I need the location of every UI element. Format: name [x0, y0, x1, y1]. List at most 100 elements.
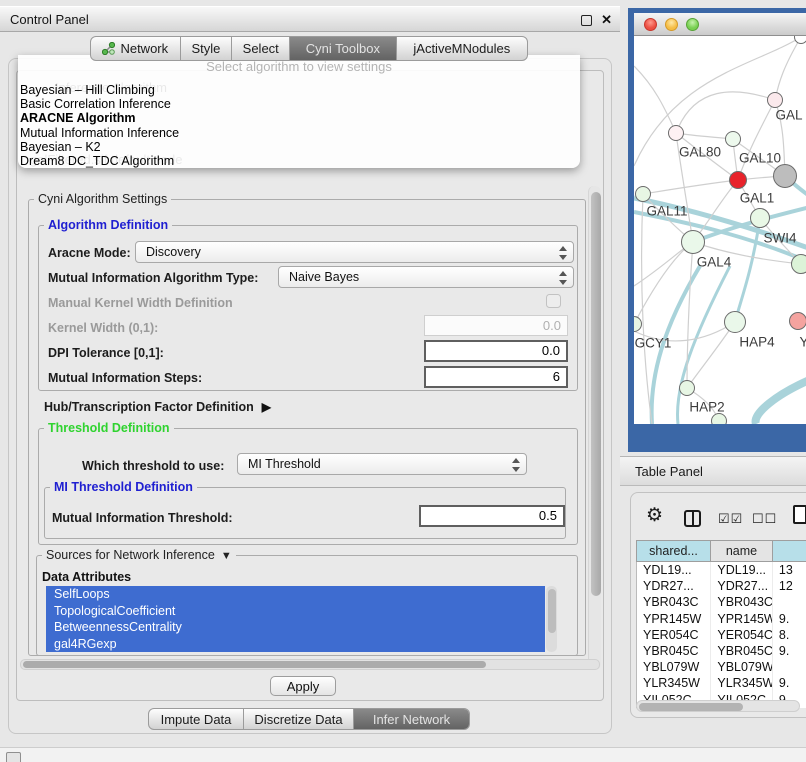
tab-cyni-toolbox-label: Cyni Toolbox [306, 41, 380, 56]
column-header-third[interactable]: A [773, 540, 806, 562]
attributes-scrollbar[interactable] [546, 586, 557, 652]
network-node-gal[interactable] [767, 92, 783, 108]
column-header-name[interactable]: name [711, 540, 773, 562]
network-node-gal80[interactable] [668, 125, 684, 141]
table-cell[interactable]: YPR145W [637, 611, 711, 627]
network-window-titlebar[interactable] [634, 13, 806, 36]
attribute-item-selected[interactable]: BetweennessCentrality [46, 619, 545, 636]
tab-impute-data[interactable]: Impute Data [149, 709, 244, 729]
table-row[interactable]: YBR045CYBR045C9. [637, 643, 806, 659]
table-row[interactable]: YDR27...YDR27...12 [637, 578, 806, 594]
table-cell[interactable]: YER054C [637, 627, 711, 643]
which-threshold-select[interactable]: MI Threshold [237, 453, 527, 475]
network-node[interactable] [773, 164, 797, 188]
columns-icon[interactable] [684, 510, 701, 527]
tab-network[interactable]: Network [91, 37, 181, 60]
table-row[interactable]: YBR043CYBR043C [637, 594, 806, 610]
table-cell[interactable]: 12 [773, 578, 806, 594]
attribute-item-selected[interactable]: gal4RGexp [46, 636, 545, 653]
corner-button[interactable] [6, 752, 21, 762]
network-node[interactable] [791, 254, 806, 274]
tab-cyni-toolbox[interactable]: Cyni Toolbox [290, 37, 397, 60]
table-row[interactable]: YER054CYER054C8. [637, 627, 806, 643]
table-cell[interactable]: YLR345W [637, 675, 711, 691]
table-cell[interactable]: YLR345W [711, 675, 773, 691]
minimize-traffic-light[interactable] [665, 18, 678, 31]
table-cell[interactable]: 9. [773, 643, 806, 659]
hub-definition-toggle[interactable]: Hub/Transcription Factor Definition▶ [44, 400, 271, 414]
manual-kernel-checkbox[interactable] [546, 294, 561, 308]
attribute-item-selected[interactable]: SelfLoops [46, 586, 545, 603]
dropdown-item-highlighted[interactable]: ARACNE Algorithm [20, 111, 578, 125]
settings-horizontal-scrollbar[interactable] [20, 659, 600, 670]
zoom-traffic-light[interactable] [686, 18, 699, 31]
apply-button[interactable]: Apply [270, 676, 336, 696]
gear-icon[interactable]: ⚙ [646, 506, 663, 525]
document-icon[interactable] [793, 505, 806, 524]
table-cell[interactable]: YBL079W [637, 659, 711, 675]
table-row[interactable]: YBL079WYBL079W [637, 659, 806, 675]
select-all-checks-icon[interactable]: ☑☑ [718, 511, 743, 527]
table-cell[interactable]: YBR045C [711, 643, 773, 659]
table-cell[interactable]: 9. [773, 611, 806, 627]
table-cell[interactable]: YBR043C [637, 594, 711, 610]
dropdown-item[interactable]: Mutual Information Inference [20, 126, 578, 140]
tab-select[interactable]: Select [232, 37, 290, 60]
table-row[interactable]: YDL19...YDL19...13 [637, 562, 806, 578]
tab-jactivemnodules[interactable]: jActiveMNodules [397, 37, 527, 60]
dropdown-item[interactable]: Bayesian – Hill Climbing [20, 83, 578, 97]
table-cell[interactable]: YER054C [711, 627, 773, 643]
dpi-tolerance-field[interactable]: 0.0 [424, 340, 568, 362]
table-horizontal-scrollbar[interactable] [636, 700, 800, 712]
table-cell[interactable]: YBR043C [711, 594, 773, 610]
table-cell[interactable]: YDR27... [711, 578, 773, 594]
network-node-swi4[interactable] [750, 208, 770, 228]
dropdown-item[interactable]: Bayesian – K2 [20, 140, 578, 154]
dropdown-item[interactable]: Dream8 DC_TDC Algorithm [20, 154, 578, 168]
network-node-hap2[interactable] [679, 380, 695, 396]
network-node-y[interactable] [789, 312, 806, 330]
table-cell[interactable]: YDR27... [637, 578, 711, 594]
table-row[interactable]: YLR345WYLR345W9. [637, 675, 806, 691]
mi-steps-field[interactable]: 6 [424, 366, 568, 388]
table-cell[interactable]: YPR145W [711, 611, 773, 627]
network-node[interactable] [711, 413, 727, 424]
tab-discretize-data[interactable]: Discretize Data [244, 709, 354, 729]
deselect-all-checks-icon[interactable]: ☐☐ [752, 511, 777, 527]
table-cell[interactable]: YBR045C [637, 643, 711, 659]
network-canvas[interactable]: GALGAL80GAL10GAL1GAL11SWI4GAL4GCY1HAP4YH… [634, 36, 806, 424]
table-horizontal-scrollbar-thumb[interactable] [639, 703, 743, 711]
network-node-gal11[interactable] [635, 186, 651, 202]
attributes-scrollbar-thumb[interactable] [548, 589, 556, 633]
mi-type-select[interactable]: Naive Bayes [278, 266, 574, 288]
table-cell[interactable] [773, 659, 806, 675]
table-cell[interactable]: YBL079W [711, 659, 773, 675]
settings-horizontal-scrollbar-thumb[interactable] [23, 661, 486, 668]
network-node-gal1[interactable] [729, 171, 747, 189]
column-header-shared-name[interactable]: shared... [636, 540, 711, 562]
network-node-hap4[interactable] [724, 311, 746, 333]
close-icon[interactable]: ✕ [601, 12, 612, 28]
mi-threshold-field[interactable]: 0.5 [419, 505, 565, 527]
aracne-mode-select[interactable]: Discovery [135, 241, 574, 263]
network-node-gal4[interactable] [681, 230, 705, 254]
float-window-icon[interactable] [581, 15, 592, 26]
tab-infer-network[interactable]: Infer Network [354, 709, 469, 729]
network-node-gal10[interactable] [725, 131, 741, 147]
control-panel-header: Control Panel ✕ [0, 6, 620, 32]
dropdown-item[interactable]: Basic Correlation Inference [20, 97, 578, 111]
settings-vertical-scrollbar-thumb[interactable] [591, 192, 601, 596]
table-cell[interactable]: 9. [773, 675, 806, 691]
table-cell[interactable]: 13 [773, 562, 806, 578]
table-cell[interactable]: 8. [773, 627, 806, 643]
table-row[interactable]: YPR145WYPR145W9. [637, 611, 806, 627]
tab-style[interactable]: Style [181, 37, 233, 60]
table-cell[interactable]: YDL19... [711, 562, 773, 578]
settings-vertical-scrollbar[interactable] [588, 186, 601, 670]
attribute-item-selected[interactable]: TopologicalCoefficient [46, 603, 545, 620]
table-cell[interactable]: YDL19... [637, 562, 711, 578]
close-traffic-light[interactable] [644, 18, 657, 31]
kernel-width-field[interactable]: 0.0 [424, 315, 568, 336]
table-cell[interactable] [773, 594, 806, 610]
sources-title[interactable]: Sources for Network Inference▼ [42, 548, 236, 562]
